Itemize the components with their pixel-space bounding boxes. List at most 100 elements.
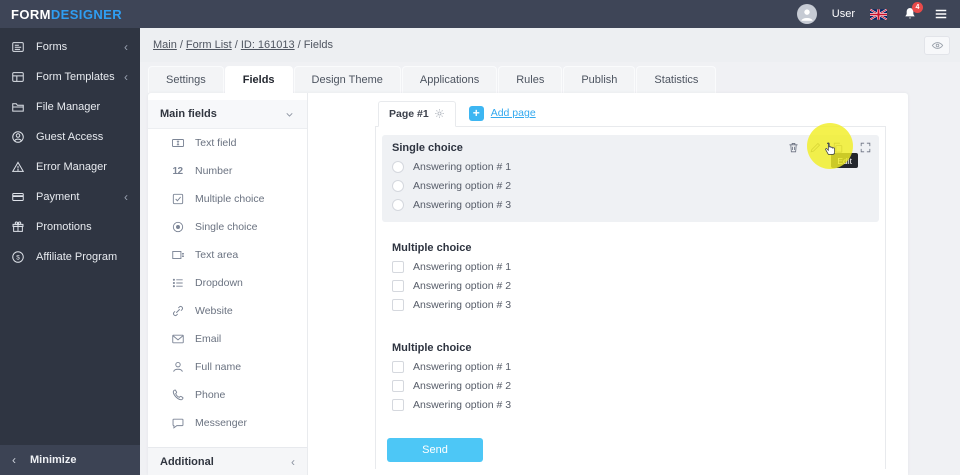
field-type-number[interactable]: 12 Number: [148, 157, 307, 185]
answer-option[interactable]: Answering option # 3: [392, 399, 869, 411]
radio-control[interactable]: [392, 180, 404, 192]
main-area: Main / Form List / ID: 161013/Fields Setting…: [140, 28, 960, 475]
sidebar-item-error-manager[interactable]: Error Manager: [0, 152, 140, 182]
envelope-icon: [171, 334, 184, 344]
edit-block-button[interactable]: [809, 141, 822, 154]
field-type-phone[interactable]: Phone: [148, 381, 307, 409]
form-block-multiple-choice-1[interactable]: Multiple choice Answering option # 1 Ans…: [382, 235, 879, 322]
number-icon: 12: [172, 165, 183, 177]
chevron-left-icon: ‹: [12, 453, 16, 467]
main-fields-header[interactable]: Main fields: [148, 100, 307, 129]
user-menu[interactable]: User: [832, 8, 855, 20]
gift-icon: [12, 221, 24, 232]
field-type-full-name[interactable]: Full name: [148, 353, 307, 381]
breadcrumb-main[interactable]: Main: [153, 39, 177, 51]
app: FORMDESIGNER User 4 Forms ‹ Form Templat…: [0, 0, 960, 475]
answer-option[interactable]: Answering option # 2: [392, 280, 869, 292]
sidebar-item-promotions[interactable]: Promotions: [0, 212, 140, 242]
answer-option[interactable]: Answering option # 1: [392, 361, 869, 373]
content-card: Main fields Text field 12 Number Multipl…: [148, 93, 908, 475]
sidebar-item-guest-access[interactable]: Guest Access: [0, 122, 140, 152]
field-type-list: Text field 12 Number Multiple choice Sin…: [148, 129, 307, 447]
sidebar-item-form-templates[interactable]: Form Templates ‹: [0, 62, 140, 92]
radio-control[interactable]: [392, 161, 404, 173]
preview-button[interactable]: [924, 35, 950, 55]
answer-option[interactable]: Answering option # 3: [392, 299, 869, 311]
page-tab-1[interactable]: Page #1: [378, 100, 456, 127]
user-silhouette-icon: [801, 9, 813, 21]
expand-block-button[interactable]: [859, 141, 872, 154]
link-icon: [172, 306, 183, 316]
answer-option[interactable]: Answering option # 2: [392, 180, 869, 192]
breadcrumb-form-id[interactable]: ID: 161013: [241, 39, 295, 51]
eye-icon: [931, 41, 943, 49]
logo-form: FORM: [11, 6, 51, 22]
field-type-single-choice[interactable]: Single choice: [148, 213, 307, 241]
fields-panel: Main fields Text field 12 Number Multipl…: [148, 93, 308, 475]
breadcrumb-form-list[interactable]: Form List: [186, 39, 232, 51]
notifications-button[interactable]: 4: [902, 2, 923, 22]
checkbox-control[interactable]: [392, 361, 404, 373]
menu-icon[interactable]: [933, 7, 949, 21]
tab-bar: Settings Fields Design Theme Application…: [148, 66, 960, 93]
add-page-button[interactable]: + Add page: [468, 105, 536, 121]
answer-option[interactable]: Answering option # 1: [392, 261, 869, 273]
logo-designer: DESIGNER: [50, 6, 122, 22]
field-type-text-area[interactable]: Text area: [148, 241, 307, 269]
chevron-down-icon: [286, 112, 293, 117]
checkbox-control[interactable]: [392, 299, 404, 311]
tab-statistics[interactable]: Statistics: [636, 66, 717, 93]
answer-option[interactable]: Answering option # 3: [392, 199, 869, 211]
gear-icon[interactable]: [434, 108, 445, 119]
phone-icon: [172, 389, 183, 401]
plus-icon: +: [468, 105, 484, 121]
sidebar-item-payment[interactable]: Payment ‹: [0, 182, 140, 212]
radio-dot-icon: [172, 221, 183, 233]
credit-card-icon: [12, 193, 24, 201]
answer-option[interactable]: Answering option # 2: [392, 380, 869, 392]
uk-flag-icon[interactable]: [870, 8, 887, 20]
tab-rules[interactable]: Rules: [498, 66, 563, 93]
svg-text:$: $: [16, 254, 20, 261]
field-type-multiple-choice[interactable]: Multiple choice: [148, 185, 307, 213]
breadcrumb-current: Fields: [303, 39, 334, 51]
form-block-single-choice[interactable]: Edit Single choice Answering option # 1: [382, 123, 879, 222]
speech-bubble-icon: [172, 418, 183, 429]
send-button[interactable]: Send: [387, 438, 483, 462]
chevron-left-icon: ‹: [124, 40, 128, 54]
notification-badge: 4: [912, 2, 923, 13]
tab-publish[interactable]: Publish: [563, 66, 636, 93]
page-bar: Page #1 + Add page: [378, 100, 908, 127]
additional-fields-header[interactable]: Additional ‹: [148, 447, 307, 475]
answer-option[interactable]: Answering option # 1: [392, 161, 869, 173]
tab-fields[interactable]: Fields: [224, 66, 293, 93]
avatar[interactable]: [796, 4, 817, 24]
field-type-email[interactable]: Email: [148, 325, 307, 353]
block-toolbar: [787, 141, 872, 154]
radio-control[interactable]: [392, 199, 404, 211]
checkbox-control[interactable]: [392, 280, 404, 292]
app-logo[interactable]: FORMDESIGNER: [11, 7, 122, 22]
field-type-messenger[interactable]: Messenger: [148, 409, 307, 437]
form-block-multiple-choice-2[interactable]: Multiple choice Answering option # 1 Ans…: [382, 335, 879, 422]
tab-design-theme[interactable]: Design Theme: [293, 66, 401, 93]
tab-settings[interactable]: Settings: [148, 66, 224, 93]
field-type-website[interactable]: Website: [148, 297, 307, 325]
text-field-icon: [171, 139, 184, 147]
sidebar-item-affiliate-program[interactable]: $ Affiliate Program: [0, 242, 140, 272]
checkbox-control[interactable]: [392, 380, 404, 392]
tab-applications[interactable]: Applications: [401, 66, 498, 93]
field-type-text-field[interactable]: Text field: [148, 129, 307, 157]
sidebar-item-file-manager[interactable]: File Manager: [0, 92, 140, 122]
sidebar-minimize-button[interactable]: ‹ Minimize: [0, 445, 140, 475]
sidebar-item-forms[interactable]: Forms ‹: [0, 32, 140, 62]
chevron-left-icon: ‹: [124, 70, 128, 84]
delete-block-button[interactable]: [787, 141, 800, 154]
warning-icon: [11, 161, 25, 172]
field-type-dropdown[interactable]: Dropdown: [148, 269, 307, 297]
person-icon: [172, 361, 183, 372]
expand-icon: [860, 142, 871, 153]
checkbox-control[interactable]: [392, 399, 404, 411]
checkbox-control[interactable]: [392, 261, 404, 273]
shell: Forms ‹ Form Templates ‹ File Manager Gu…: [0, 28, 960, 475]
